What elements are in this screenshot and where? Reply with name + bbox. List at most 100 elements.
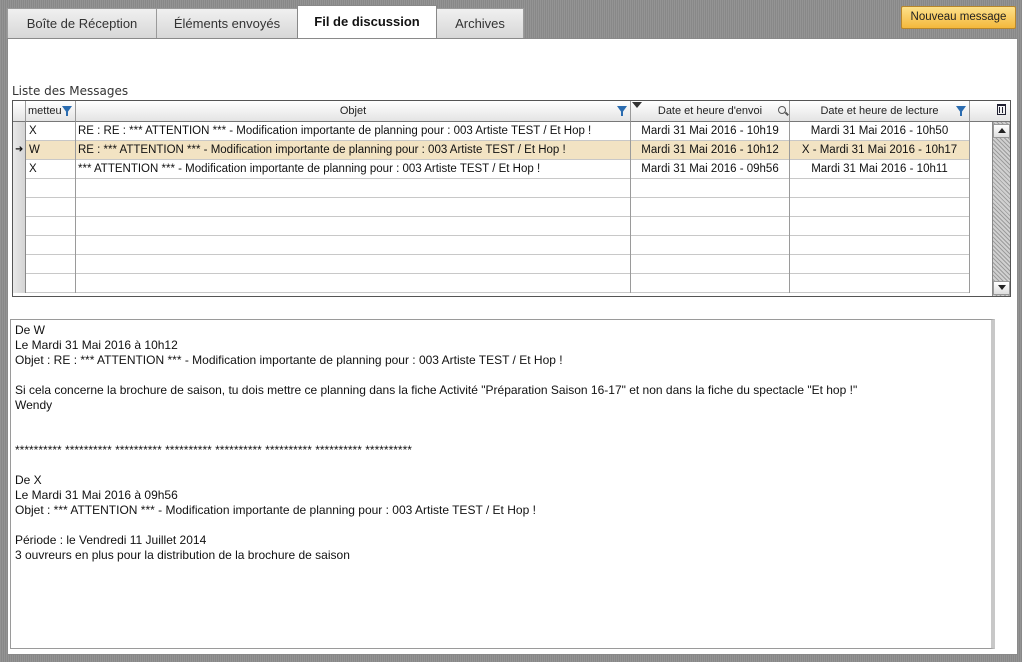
cell-sender (26, 217, 76, 236)
message-line: Le Mardi 31 Mai 2016 à 09h56 (15, 488, 178, 502)
row-selector[interactable] (13, 217, 26, 236)
current-row-arrow-icon: ➜ (15, 144, 24, 155)
row-selector[interactable]: ➜ (13, 141, 26, 160)
row-selector[interactable] (13, 274, 26, 293)
search-icon[interactable] (778, 106, 786, 114)
thread-panel: Liste des Messages metteu Objet Date et … (7, 38, 1018, 655)
column-header-sender[interactable]: metteu (26, 101, 76, 122)
cell-read (790, 179, 970, 198)
chevron-up-icon (998, 128, 1006, 133)
list-title: Liste des Messages (12, 84, 129, 98)
select-all-header[interactable] (13, 101, 26, 122)
tab-sent[interactable]: Éléments envoyés (156, 8, 298, 38)
cell-read: X - Mardi 31 Mai 2016 - 10h17 (790, 141, 970, 160)
cell-read: Mardi 31 Mai 2016 - 10h11 (790, 160, 970, 179)
row-selector[interactable] (13, 179, 26, 198)
tab-thread[interactable]: Fil de discussion (297, 5, 437, 38)
row-selector[interactable] (13, 122, 26, 141)
cell-sent: Mardi 31 Mai 2016 - 10h12 (631, 141, 790, 160)
column-header-sent[interactable]: Date et heure d'envoi (631, 101, 790, 122)
sort-desc-icon[interactable] (632, 102, 642, 108)
cell-subject (76, 198, 631, 217)
cell-sent (631, 236, 790, 255)
cell-sent (631, 179, 790, 198)
cell-read (790, 198, 970, 217)
message-line: De W (15, 323, 45, 337)
message-list: metteu Objet Date et heure d'envoi Date … (12, 100, 1011, 297)
column-header-subject[interactable]: Objet (76, 101, 631, 122)
cell-sent: Mardi 31 Mai 2016 - 09h56 (631, 160, 790, 179)
cell-sender: X (26, 160, 76, 179)
chevron-down-icon (998, 285, 1006, 290)
table-row[interactable]: X *** ATTENTION *** - Modification import… (13, 160, 970, 179)
message-line: Wendy (15, 398, 53, 412)
message-line (15, 413, 987, 428)
message-line: De X (15, 473, 42, 487)
cell-sender (26, 179, 76, 198)
cell-sender: X (26, 122, 76, 141)
message-line (15, 368, 987, 383)
message-line: Objet : RE : *** ATTENTION *** - Modific… (15, 353, 563, 367)
filter-icon[interactable] (62, 106, 72, 116)
cell-sender (26, 236, 76, 255)
message-line: 3 ouvreurs en plus pour la distribution … (15, 548, 350, 562)
cell-subject (76, 255, 631, 274)
cell-subject (76, 179, 631, 198)
cell-sent (631, 217, 790, 236)
table-row[interactable] (13, 274, 970, 293)
column-header-read[interactable]: Date et heure de lecture (790, 101, 970, 122)
column-label-read: Date et heure de lecture (820, 105, 939, 117)
column-label-sent: Date et heure d'envoi (657, 105, 763, 117)
message-line: Objet : *** ATTENTION *** - Modification… (15, 503, 536, 517)
filter-icon[interactable] (956, 106, 966, 116)
scroll-up-button[interactable] (993, 124, 1010, 138)
cell-subject (76, 217, 631, 236)
cell-subject (76, 236, 631, 255)
table-row[interactable] (13, 198, 970, 217)
trash-icon[interactable] (997, 104, 1006, 115)
message-line: Période : le Vendredi 11 Juillet 2014 (15, 533, 207, 547)
table-row[interactable]: X RE : RE : *** ATTENTION *** - Modificat… (13, 122, 970, 141)
message-line: Le Mardi 31 Mai 2016 à 10h12 (15, 338, 178, 352)
table-row[interactable] (13, 236, 970, 255)
cell-read (790, 274, 970, 293)
column-label-sender: metteu (28, 105, 62, 117)
cell-read: Mardi 31 Mai 2016 - 10h50 (790, 122, 970, 141)
cell-subject: RE : RE : *** ATTENTION *** - Modificati… (76, 122, 631, 141)
row-selector[interactable] (13, 160, 26, 179)
table-row[interactable]: ➜ W RE : *** ATTENTION *** - Modification … (13, 141, 970, 160)
message-line: ********** ********** ********** *******… (15, 443, 412, 457)
message-line (15, 518, 987, 533)
row-selector[interactable] (13, 198, 26, 217)
cell-subject: *** ATTENTION *** - Modification importa… (76, 160, 631, 179)
cell-read (790, 236, 970, 255)
cell-sender (26, 255, 76, 274)
row-selector[interactable] (13, 255, 26, 274)
cell-sent: Mardi 31 Mai 2016 - 10h19 (631, 122, 790, 141)
cell-sent (631, 255, 790, 274)
tab-archives[interactable]: Archives (436, 8, 524, 38)
cell-subject (76, 274, 631, 293)
cell-sent (631, 274, 790, 293)
cell-subject: RE : *** ATTENTION *** - Modification im… (76, 141, 631, 160)
row-selector[interactable] (13, 236, 26, 255)
table-row[interactable] (13, 179, 970, 198)
message-line: Si cela concerne la brochure de saison, … (15, 383, 858, 397)
cell-sender (26, 274, 76, 293)
message-line (15, 458, 987, 473)
message-line (15, 428, 987, 443)
column-label-subject: Objet (339, 105, 367, 117)
tab-inbox[interactable]: Boîte de Réception (7, 8, 157, 38)
message-body[interactable]: De W Le Mardi 31 Mai 2016 à 10h12 Objet : … (10, 319, 995, 649)
table-row[interactable] (13, 255, 970, 274)
new-message-button[interactable]: Nouveau message (901, 6, 1016, 29)
filter-icon[interactable] (617, 106, 627, 116)
cell-sender (26, 198, 76, 217)
table-row[interactable] (13, 217, 970, 236)
cell-sender: W (26, 141, 76, 160)
scroll-down-button[interactable] (993, 281, 1010, 295)
cell-read (790, 217, 970, 236)
cell-read (790, 255, 970, 274)
vertical-scrollbar[interactable] (992, 122, 1010, 296)
cell-sent (631, 198, 790, 217)
